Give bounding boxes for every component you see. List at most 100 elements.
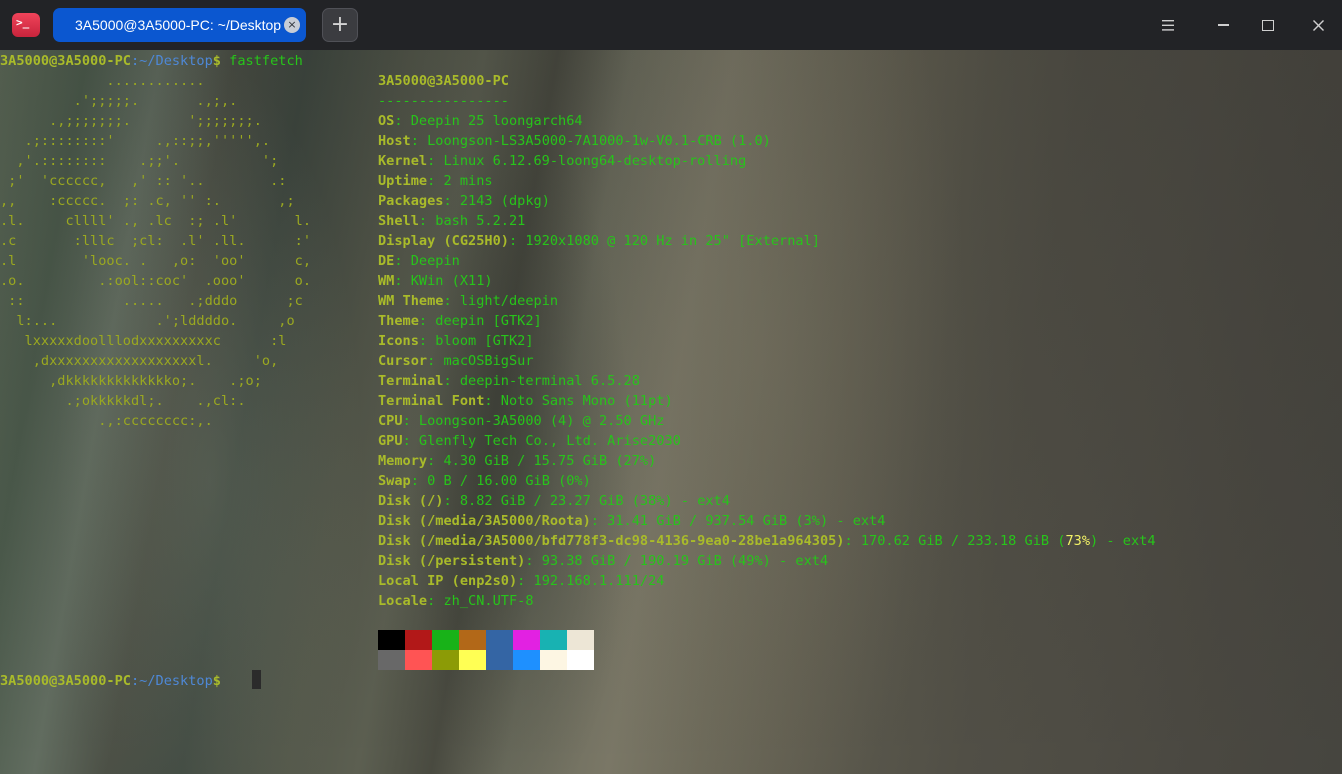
info-key: Display (CG25H0) [378, 233, 509, 249]
color-swatch [486, 650, 513, 670]
info-key: Cursor [378, 353, 428, 369]
logo-line: .,;;;;;;;. ';;;;;;;. [0, 113, 262, 129]
logo-line: lxxxxxdoolllodxxxxxxxxxc :l [0, 333, 287, 349]
info-value: : Loongson-LS3A5000-7A1000-1w-V0.1-CRB (… [410, 133, 771, 149]
logo-line: .c :lllc ;cl: .l' .ll. :' [0, 233, 311, 249]
info-key: WM Theme [378, 293, 444, 309]
title-bar: >_ 3A5000@3A5000-PC: ~/Desktop × + [0, 0, 1342, 50]
prompt-dollar: $ [212, 673, 221, 689]
window-close-button[interactable] [1301, 10, 1335, 40]
info-row: Packages: 2143 (dpkg) [378, 191, 550, 211]
color-swatch [513, 650, 540, 670]
info-key: WM [378, 273, 395, 289]
info-row: Host: Loongson-LS3A5000-7A1000-1w-V0.1-C… [378, 131, 771, 151]
info-value: : Deepin 25 loongarch64 [394, 113, 583, 129]
info-key: Theme [378, 313, 419, 329]
prompt-user: 3A5000@3A5000-PC [0, 673, 131, 689]
info-separator: ---------------- [378, 93, 509, 109]
info-row: Disk (/media/3A5000/Roota): 31.41 GiB / … [378, 511, 885, 531]
info-row: Cursor: macOSBigSur [378, 351, 534, 371]
info-value: : Glenfly Tech Co., Ltd. Arise2030 [402, 433, 681, 449]
info-header: 3A5000@3A5000-PC [378, 73, 509, 89]
maximize-button[interactable] [1251, 10, 1285, 40]
info-row: CPU: Loongson-3A5000 (4) @ 2.50 GHz [378, 411, 664, 431]
minimize-button[interactable] [1201, 10, 1235, 40]
info-value: : macOSBigSur [427, 353, 534, 369]
color-swatch [405, 630, 432, 650]
info-key: Disk (/) [378, 493, 444, 509]
close-icon[interactable]: × [284, 17, 300, 33]
info-value: : 93.38 GiB / 190.19 GiB (49%) - ext4 [525, 553, 829, 569]
tab-active[interactable]: 3A5000@3A5000-PC: ~/Desktop × [53, 8, 306, 42]
info-key: Disk (/media/3A5000/bfd778f3-dc98-4136-9… [378, 533, 845, 549]
maximize-icon [1262, 20, 1274, 31]
logo-line: .';;;;;. .,;,. [0, 93, 238, 109]
info-row: WM Theme: light/deepin [378, 291, 558, 311]
info-row: Terminal: deepin-terminal 6.5.28 [378, 371, 640, 391]
info-value: : bash 5.2.21 [418, 213, 526, 229]
info-row: Locale: zh_CN.UTF-8 [378, 591, 534, 611]
info-row: Local IP (enp2s0): 192.168.1.111/24 [378, 571, 664, 591]
logo-line: .;okkkkkdl;. .,cl:. [0, 393, 246, 409]
prompt-line: 3A5000@3A5000-PC:~/Desktop$ [0, 671, 221, 691]
info-row: Uptime: 2 mins [378, 171, 493, 191]
info-row: Disk (/): 8.82 GiB / 23.27 GiB (38%) - e… [378, 491, 730, 511]
color-swatch [432, 650, 459, 670]
menu-button[interactable] [1151, 10, 1185, 40]
color-swatch [459, 650, 486, 670]
info-row: Memory: 4.30 GiB / 15.75 GiB (27%) [378, 451, 656, 471]
info-value-suffix: ) - ext4 [1090, 533, 1156, 549]
info-value: : bloom [GTK2] [418, 333, 534, 349]
color-swatch [378, 630, 405, 650]
info-key: Locale [378, 593, 428, 609]
prompt-user: 3A5000@3A5000-PC [0, 53, 131, 69]
terminal-app-icon[interactable]: >_ [12, 13, 40, 37]
logo-line: .l 'looc. . ,o: 'oo' c, [0, 253, 311, 269]
app-icon-glyph: >_ [16, 16, 30, 29]
logo-line: :: ..... .;dddo ;c [0, 293, 303, 309]
info-key: Terminal Font [378, 393, 485, 409]
prompt-path: :~/Desktop [130, 53, 213, 69]
info-value: : 170.62 GiB / 233.18 GiB ( [844, 533, 1066, 549]
info-row: WM: KWin (X11) [378, 271, 493, 291]
info-key: Disk (/media/3A5000/Roota) [378, 513, 591, 529]
info-value: : 1920x1080 @ 120 Hz in 25" [External] [508, 233, 820, 249]
info-row: Icons: bloom [GTK2] [378, 331, 534, 351]
text-cursor [252, 670, 261, 689]
close-icon [1312, 20, 1324, 31]
info-value: : Loongson-3A5000 (4) @ 2.50 GHz [402, 413, 665, 429]
info-value: : 31.41 GiB / 937.54 GiB (3%) - ext4 [590, 513, 886, 529]
color-swatch [567, 650, 594, 670]
info-key: Swap [378, 473, 411, 489]
logo-line: .o. .:ool::coc' .ooo' o. [0, 273, 311, 289]
prompt-line: 3A5000@3A5000-PC:~/Desktop$ fastfetch [0, 51, 303, 71]
tab-title: 3A5000@3A5000-PC: ~/Desktop [75, 17, 282, 33]
info-value: : light/deepin [443, 293, 559, 309]
color-swatch [540, 630, 567, 650]
info-value: : 8.82 GiB / 23.27 GiB (38%) - ext4 [443, 493, 730, 509]
color-swatch [405, 650, 432, 670]
info-value: : KWin (X11) [394, 273, 493, 289]
info-key: Disk (/persistent) [378, 553, 526, 569]
info-row: Swap: 0 B / 16.00 GiB (0%) [378, 471, 591, 491]
info-row: DE: Deepin [378, 251, 460, 271]
info-row: OS: Deepin 25 loongarch64 [378, 111, 583, 131]
prompt-path: :~/Desktop [130, 673, 213, 689]
terminal-output[interactable]: 3A5000@3A5000-PC:~/Desktop$ fastfetch ..… [0, 50, 1342, 774]
info-key: Local IP (enp2s0) [378, 573, 518, 589]
logo-line: .;::::::::' .,::;;,''''',. [0, 133, 271, 149]
info-value: : 0 B / 16.00 GiB (0%) [410, 473, 591, 489]
info-value-highlight: 73% [1065, 533, 1091, 549]
info-key: Packages [378, 193, 444, 209]
color-swatch [378, 650, 405, 670]
logo-line: ............ [0, 73, 205, 89]
info-key: Uptime [378, 173, 428, 189]
info-value: : Deepin [394, 253, 460, 269]
info-row: Theme: deepin [GTK2] [378, 311, 542, 331]
color-swatch [432, 630, 459, 650]
new-tab-button[interactable]: + [322, 8, 358, 42]
color-swatch [486, 630, 513, 650]
logo-line: ;' 'cccccc, ,' :: '.. .: [0, 173, 287, 189]
info-key: Shell [378, 213, 419, 229]
info-value: : deepin [GTK2] [418, 313, 542, 329]
